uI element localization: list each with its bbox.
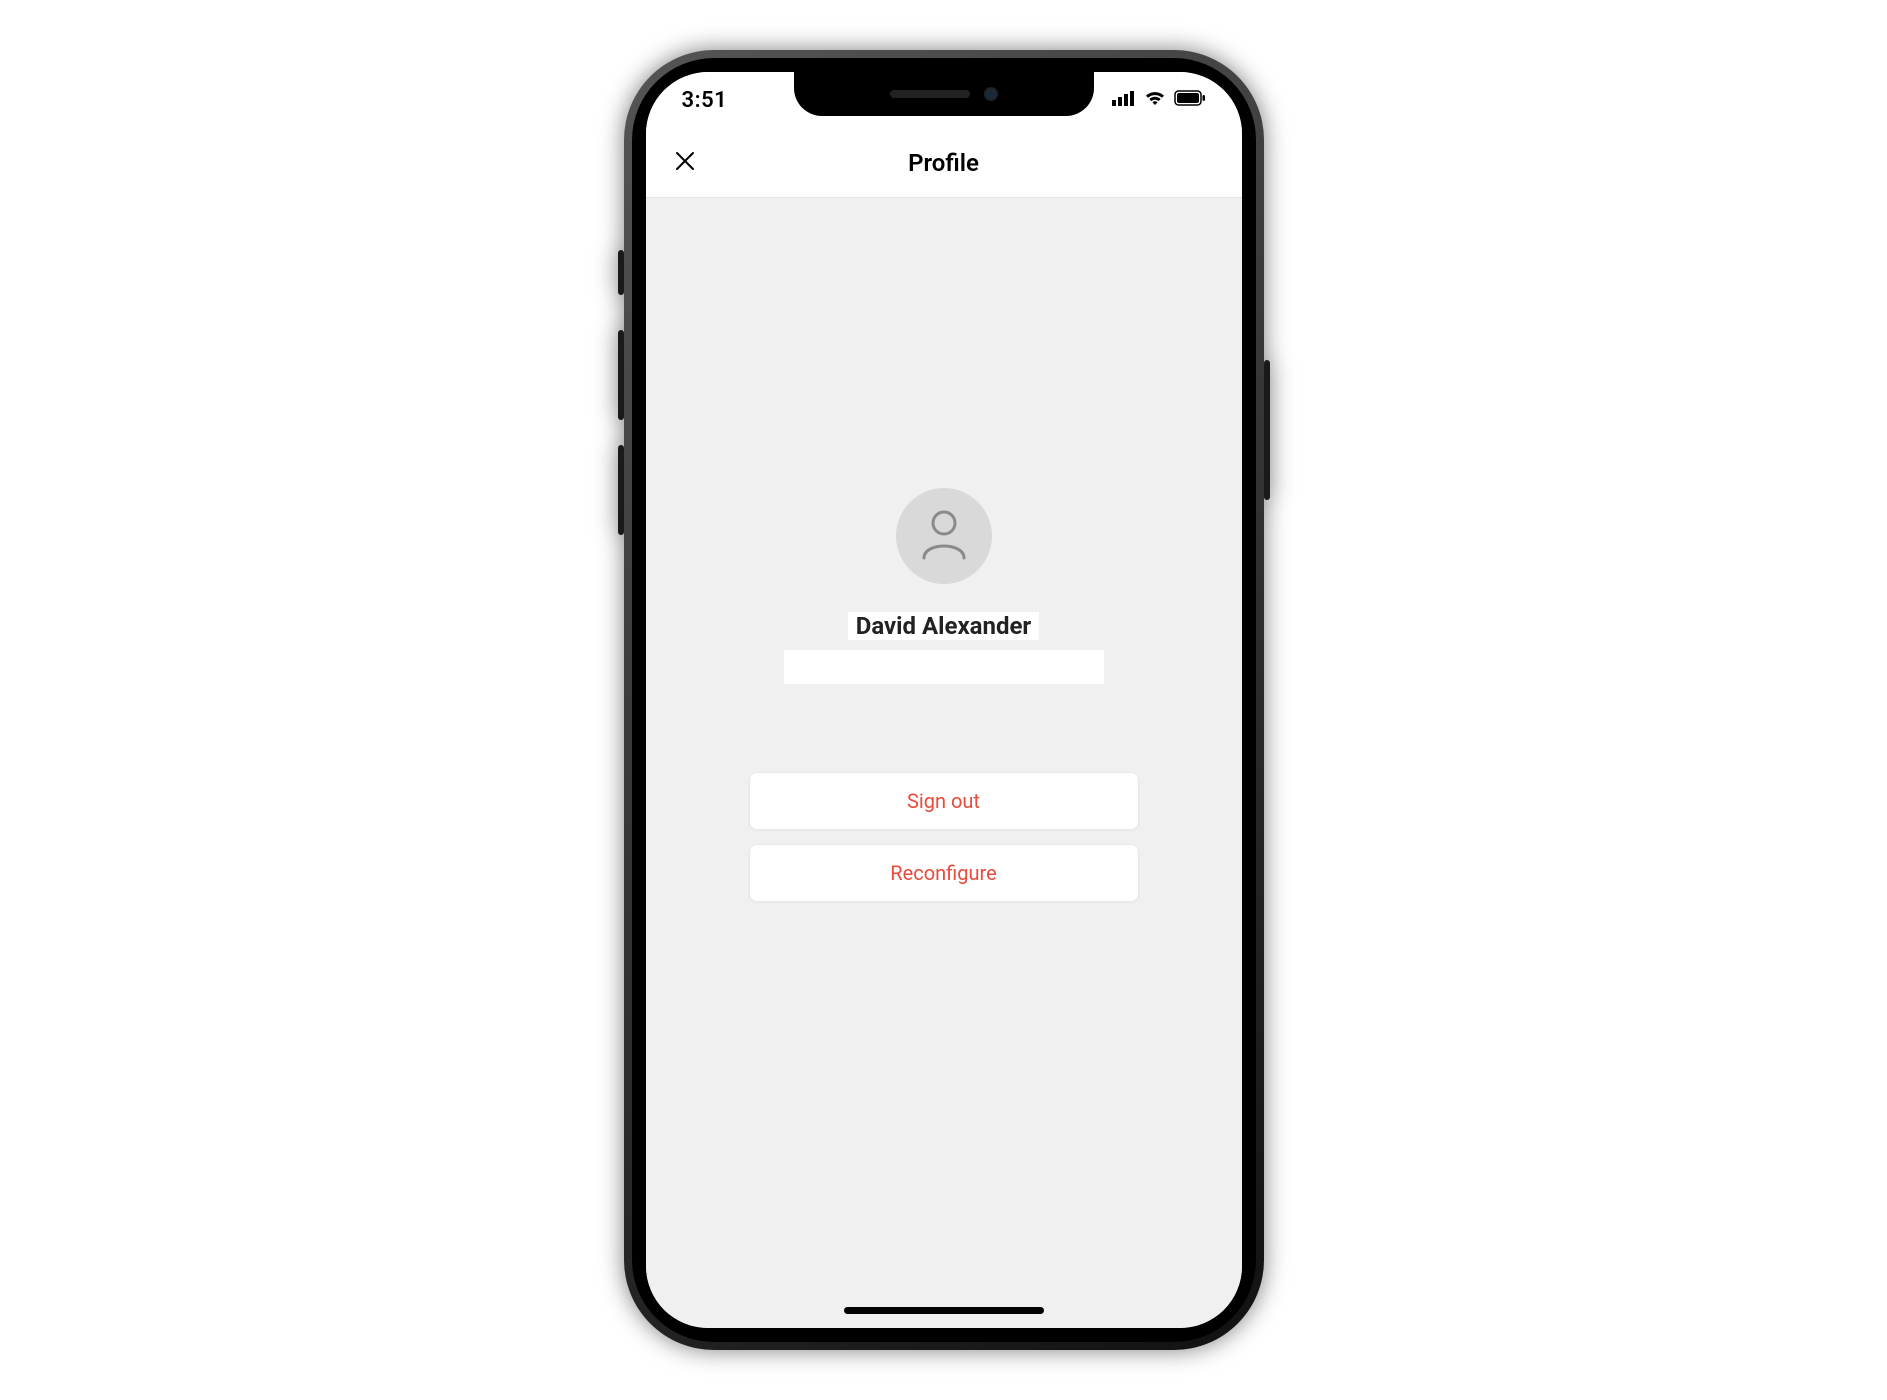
- nav-header: Profile: [646, 128, 1242, 198]
- front-camera: [984, 87, 998, 101]
- avatar[interactable]: [896, 488, 992, 584]
- screen: 3:51: [646, 72, 1242, 1328]
- user-email-placeholder: [784, 650, 1104, 684]
- sign-out-button[interactable]: Sign out: [749, 772, 1139, 830]
- volume-up-button: [618, 330, 624, 420]
- close-button[interactable]: [670, 148, 700, 178]
- status-time: 3:51: [682, 88, 728, 113]
- person-icon: [920, 508, 968, 564]
- status-icons: [1112, 90, 1206, 110]
- phone-device-frame: 3:51: [624, 50, 1264, 1350]
- profile-actions: Sign out Reconfigure: [749, 754, 1139, 902]
- volume-down-button: [618, 445, 624, 535]
- earpiece-speaker: [890, 90, 970, 98]
- cellular-signal-icon: [1112, 90, 1136, 110]
- close-icon: [674, 150, 696, 176]
- user-name: David Alexander: [848, 612, 1039, 640]
- reconfigure-button[interactable]: Reconfigure: [749, 844, 1139, 902]
- power-button: [1264, 360, 1270, 500]
- profile-content: David Alexander Sign out Reconfigure: [646, 198, 1242, 1328]
- home-indicator[interactable]: [844, 1307, 1044, 1314]
- page-title: Profile: [908, 149, 979, 177]
- mute-switch: [618, 250, 624, 295]
- notch: [794, 72, 1094, 116]
- battery-icon: [1174, 90, 1206, 110]
- wifi-icon: [1144, 90, 1166, 110]
